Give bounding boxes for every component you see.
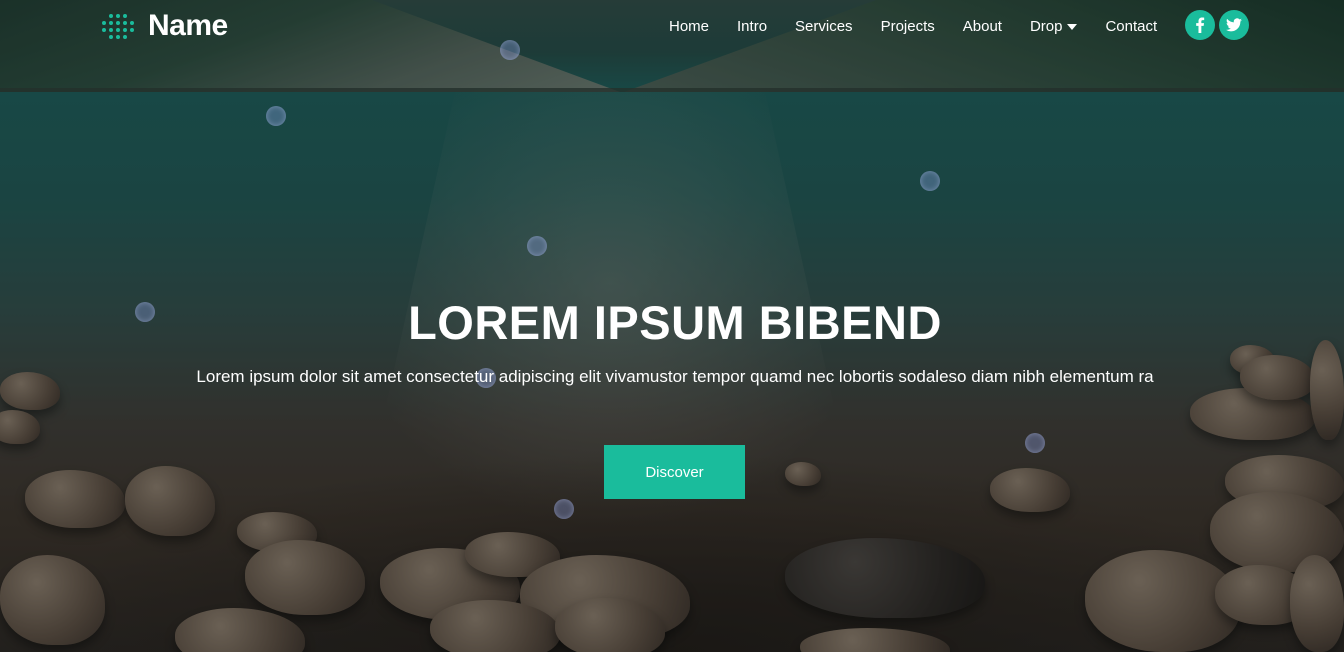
nav-home[interactable]: Home: [669, 18, 709, 35]
nav-about[interactable]: About: [963, 18, 1002, 35]
hero-section: Name Home Intro Services Projects About …: [0, 0, 1344, 652]
caret-down-icon: [1067, 23, 1078, 30]
nav-projects[interactable]: Projects: [881, 18, 935, 35]
nav-services[interactable]: Services: [795, 18, 853, 35]
dot-grid-logo-icon: [100, 8, 136, 44]
particle: [554, 499, 574, 519]
particle: [920, 171, 940, 191]
particle: [527, 236, 547, 256]
facebook-icon[interactable]: [1185, 10, 1215, 40]
nav-contact[interactable]: Contact: [1105, 18, 1157, 35]
particle: [1025, 433, 1045, 453]
brand-name: Name: [148, 9, 228, 42]
particle: [266, 106, 286, 126]
nav-drop[interactable]: Drop: [1030, 18, 1078, 35]
social-links: [1185, 10, 1253, 40]
twitter-icon[interactable]: [1219, 10, 1249, 40]
hero-title: LOREM IPSUM BIBEND: [408, 296, 942, 349]
nav-intro[interactable]: Intro: [737, 18, 767, 35]
hero-subtitle: Lorem ipsum dolor sit amet consectetur a…: [196, 367, 1154, 386]
main-nav: Home Intro Services Projects About Drop …: [655, 0, 1171, 52]
brand-logo[interactable]: Name: [100, 8, 228, 44]
discover-button[interactable]: Discover: [604, 445, 745, 499]
nav-drop-label: Drop: [1029, 17, 1063, 35]
site-header: Name Home Intro Services Projects About …: [0, 0, 1344, 52]
